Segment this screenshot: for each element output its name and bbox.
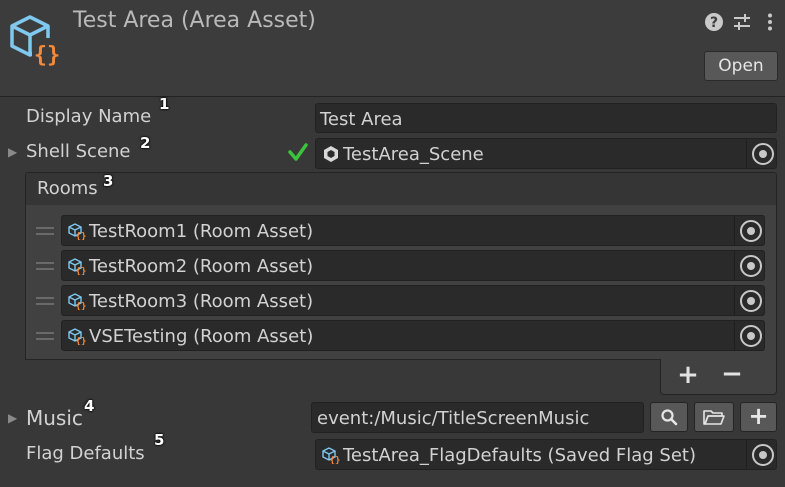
room-item-label: TestRoom2 (Room Asset) <box>89 256 314 277</box>
area-asset-icon: {} <box>10 15 62 68</box>
help-icon[interactable]: ? <box>704 12 724 32</box>
add-room-button[interactable]: + <box>673 360 703 390</box>
folder-icon <box>703 410 725 425</box>
object-picker-icon <box>740 290 762 312</box>
drag-handle[interactable] <box>36 332 54 340</box>
object-picker-icon <box>740 255 762 277</box>
room-picker[interactable] <box>734 251 764 280</box>
object-picker-icon <box>752 444 774 466</box>
flag-defaults-picker[interactable] <box>746 440 776 469</box>
svg-text:{}: {} <box>34 43 61 68</box>
room-asset-icon: {} <box>68 293 86 310</box>
room-asset-icon: {} <box>68 223 86 240</box>
music-search-button[interactable] <box>650 402 688 432</box>
saved-flag-set-icon: {} <box>322 447 340 464</box>
open-button[interactable]: Open <box>704 51 778 81</box>
object-picker-icon <box>740 325 762 347</box>
display-name-label: Display Name <box>26 106 152 127</box>
shell-scene-foldout-icon[interactable]: ▶ <box>8 145 17 159</box>
display-name-field[interactable]: Test Area <box>315 103 777 133</box>
search-icon <box>661 409 678 426</box>
valid-check-icon <box>288 143 308 161</box>
marker-2: 2 <box>140 134 151 152</box>
drag-handle[interactable] <box>36 227 54 235</box>
room-item-label: VSETesting (Room Asset) <box>89 326 314 347</box>
svg-text:{}: {} <box>76 337 86 345</box>
room-asset-icon: {} <box>68 328 86 345</box>
object-picker-icon <box>752 143 774 165</box>
room-picker[interactable] <box>734 216 764 245</box>
shell-scene-label: Shell Scene <box>26 141 131 162</box>
display-name-value: Test Area <box>320 109 403 130</box>
marker-3: 3 <box>103 172 114 190</box>
shell-scene-picker[interactable] <box>746 139 776 168</box>
settings-sliders-icon[interactable] <box>732 12 752 32</box>
room-asset-icon: {} <box>68 258 86 275</box>
rooms-list-header[interactable]: Rooms <box>25 172 777 206</box>
svg-text:?: ? <box>710 15 718 31</box>
flag-defaults-label: Flag Defaults <box>26 443 145 464</box>
drag-handle[interactable] <box>36 297 54 305</box>
object-picker-icon <box>740 220 762 242</box>
room-item-label: TestRoom3 (Room Asset) <box>89 291 314 312</box>
marker-5: 5 <box>154 431 165 449</box>
asset-title: Test Area (Area Asset) <box>73 8 316 33</box>
svg-text:{}: {} <box>76 267 86 275</box>
drag-handle[interactable] <box>36 262 54 270</box>
room-item-field[interactable]: {} TestRoom1 (Room Asset) <box>61 215 765 246</box>
music-add-button[interactable]: + <box>740 402 777 432</box>
room-picker[interactable] <box>734 286 764 315</box>
svg-text:{}: {} <box>76 302 86 310</box>
room-item-field[interactable]: {} VSETesting (Room Asset) <box>61 320 765 351</box>
room-item-field[interactable]: {} TestRoom3 (Room Asset) <box>61 285 765 316</box>
room-picker[interactable] <box>734 321 764 350</box>
music-event-value: event:/Music/TitleScreenMusic <box>317 408 590 429</box>
svg-text:{}: {} <box>330 456 340 464</box>
unity-scene-icon <box>324 146 338 162</box>
svg-text:{}: {} <box>76 232 86 240</box>
remove-room-button[interactable]: − <box>717 359 747 389</box>
music-event-field[interactable]: event:/Music/TitleScreenMusic <box>311 402 644 433</box>
marker-4: 4 <box>84 397 95 415</box>
music-foldout-icon[interactable]: ▶ <box>8 411 17 425</box>
shell-scene-value: TestArea_Scene <box>343 144 484 165</box>
rooms-label: Rooms <box>37 178 98 199</box>
music-label: Music <box>26 406 83 430</box>
kebab-menu-icon[interactable] <box>760 12 780 32</box>
shell-scene-object-field[interactable]: TestArea_Scene <box>315 138 777 169</box>
music-browse-button[interactable] <box>694 402 734 432</box>
marker-1: 1 <box>159 95 170 113</box>
room-item-field[interactable]: {} TestRoom2 (Room Asset) <box>61 250 765 281</box>
flag-defaults-value: TestArea_FlagDefaults (Saved Flag Set) <box>343 445 697 466</box>
rooms-list-footer: + − <box>660 359 777 395</box>
room-item-label: TestRoom1 (Room Asset) <box>89 221 314 242</box>
flag-defaults-object-field[interactable]: {} TestArea_FlagDefaults (Saved Flag Set… <box>315 439 777 470</box>
